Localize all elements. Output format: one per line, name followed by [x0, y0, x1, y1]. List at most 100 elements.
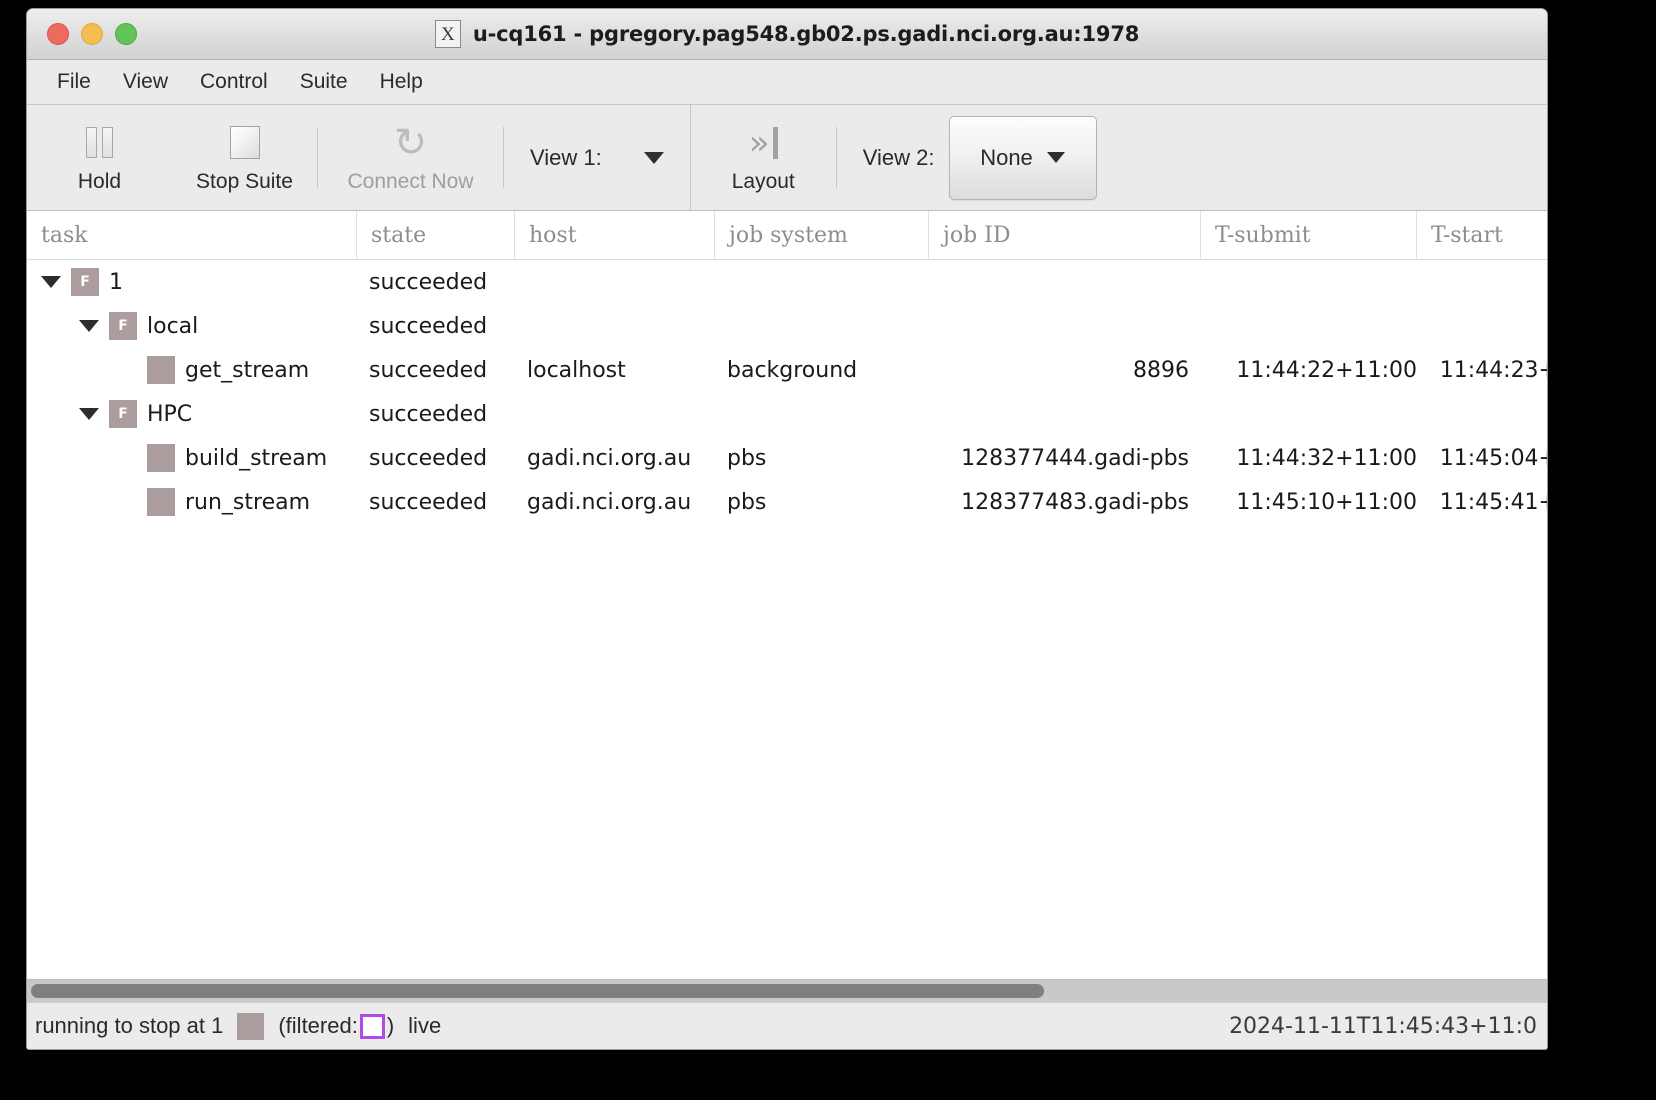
t-start-cell: 11:44:23+ — [1439, 357, 1547, 383]
view2-select[interactable]: None — [948, 115, 1097, 200]
horizontal-scrollbar-thumb[interactable] — [31, 984, 1045, 998]
connect-now-button[interactable]: ↻ Connect Now — [318, 105, 503, 210]
task-cell: F1 — [27, 268, 357, 296]
expander-triangle-down-icon[interactable] — [79, 320, 99, 332]
stop-square-icon — [229, 122, 260, 164]
stop-suite-button[interactable]: Stop Suite — [172, 105, 317, 210]
expander-triangle-down-icon[interactable] — [41, 276, 61, 288]
close-button[interactable] — [47, 23, 69, 45]
task-name-label: HPC — [147, 401, 193, 427]
window-title: u-cq161 - pgregory.pag548.gb02.ps.gadi.n… — [472, 22, 1140, 46]
task-state-swatch — [147, 488, 175, 516]
menu-file[interactable]: File — [43, 66, 105, 98]
connect-now-button-label: Connect Now — [347, 169, 474, 193]
state-color-swatch — [237, 1012, 265, 1040]
column-header-host[interactable]: host — [515, 211, 715, 259]
menu-help[interactable]: Help — [366, 66, 437, 98]
task-name-label: run_stream — [185, 489, 311, 515]
status-bar: running to stop at 1 (filtered: ) live 2… — [27, 1002, 1547, 1049]
x11-app-icon: X — [434, 20, 461, 48]
maximize-button[interactable] — [115, 23, 137, 45]
view2-group: View 2: None — [837, 105, 1097, 210]
task-cell: build_stream — [27, 444, 357, 472]
state-cell: succeeded — [369, 489, 488, 515]
filter-label-open: (filtered: — [278, 1013, 358, 1038]
view2-label: View 2: — [862, 144, 935, 170]
column-header-task[interactable]: task — [27, 211, 357, 259]
table-row[interactable]: build_stream succeeded gadi.nci.org.au pbs 1… — [27, 436, 1547, 480]
column-header-t-submit[interactable]: T-submit — [1201, 211, 1417, 259]
table-row[interactable]: Flocal succeeded — [27, 304, 1547, 348]
view2-select-value: None — [980, 144, 1033, 170]
menu-bar: File View Control Suite Help — [27, 60, 1547, 105]
column-header-state[interactable]: state — [357, 211, 515, 259]
layout-button-label: Layout — [731, 169, 795, 193]
t-submit-cell: 11:45:10+11:00 — [1236, 489, 1417, 515]
status-left-group: running to stop at 1 (filtered: ) live — [35, 1012, 442, 1040]
refresh-glyph: ↻ — [393, 119, 428, 166]
toolbar: Hold Stop Suite ↻ Connect Now View 1: » … — [27, 105, 1547, 211]
refresh-icon: ↻ — [394, 122, 428, 164]
table-body: F 1 succeeded Flocal succeeded get_stream succ… — [27, 260, 1547, 979]
hold-button-label: Hold — [77, 169, 122, 193]
task-state-swatch — [147, 356, 175, 384]
state-cell: succeeded — [369, 445, 488, 471]
job-id-cell: 8896 — [1133, 357, 1189, 383]
screen-root: X u-cq161 - pgregory.pag548.gb02.ps.gadi… — [0, 0, 1656, 1100]
view1-group: View 1: — [504, 105, 690, 210]
column-header-t-start[interactable]: T-start — [1417, 211, 1547, 259]
t-start-cell: 11:45:04+ — [1439, 445, 1547, 471]
task-state-swatch — [147, 444, 175, 472]
view1-chevron-down-icon[interactable] — [643, 151, 664, 164]
horizontal-scrollbar[interactable] — [27, 979, 1547, 1002]
stop-suite-button-label: Stop Suite — [196, 169, 293, 193]
window-title-group: X u-cq161 - pgregory.pag548.gb02.ps.gadi… — [434, 20, 1140, 48]
window-controls — [47, 23, 137, 45]
job-system-cell: background — [727, 357, 858, 383]
job-id-cell: 128377483.gadi-pbs — [961, 489, 1189, 515]
family-badge: F — [109, 312, 137, 340]
job-system-cell: pbs — [727, 489, 767, 515]
t-submit-cell: 11:44:22+11:00 — [1236, 357, 1417, 383]
table-header-row: task state host job system job ID T-submit T-s… — [27, 211, 1547, 260]
title-bar: X u-cq161 - pgregory.pag548.gb02.ps.gadi… — [27, 9, 1547, 60]
job-id-cell: 128377444.gadi-pbs — [961, 445, 1189, 471]
state-cell: succeeded — [369, 401, 488, 427]
filter-indicator-box[interactable] — [359, 1013, 385, 1039]
menu-control[interactable]: Control — [186, 66, 282, 98]
hold-button[interactable]: Hold — [27, 105, 172, 210]
table-row[interactable]: run_stream succeeded gadi.nci.org.au pbs 128… — [27, 480, 1547, 524]
job-system-cell: pbs — [727, 445, 767, 471]
menu-view[interactable]: View — [109, 66, 182, 98]
task-cell: F HPC — [27, 400, 357, 428]
task-cell: run_stream — [27, 488, 357, 516]
expander-triangle-down-icon[interactable] — [79, 408, 99, 420]
task-cell: Flocal — [27, 312, 357, 340]
family-badge: F — [71, 268, 99, 296]
minimize-button[interactable] — [81, 23, 103, 45]
live-mode-label: live — [408, 1013, 442, 1038]
t-start-cell: 11:45:41+ — [1439, 489, 1547, 515]
table-row[interactable]: F HPC succeeded — [27, 392, 1547, 436]
suite-run-status: running to stop at 1 — [35, 1013, 224, 1038]
column-header-job-system[interactable]: job system — [715, 211, 929, 259]
table-row[interactable]: get_stream succeeded localhost background 88… — [27, 348, 1547, 392]
t-submit-cell: 11:44:32+11:00 — [1236, 445, 1417, 471]
task-name-label: local — [147, 313, 199, 339]
pause-icon — [86, 122, 113, 164]
host-cell: localhost — [527, 357, 626, 383]
host-cell: gadi.nci.org.au — [527, 489, 692, 515]
layout-button[interactable]: » Layout — [691, 105, 836, 210]
state-cell: succeeded — [369, 357, 488, 383]
table-row[interactable]: F 1 succeeded — [27, 260, 1547, 304]
status-timestamp: 2024-11-11T11:45:43+11:0 — [1229, 1013, 1537, 1039]
column-header-job-id[interactable]: job ID — [929, 211, 1201, 259]
task-name-label: 1 — [109, 269, 123, 295]
application-window: X u-cq161 - pgregory.pag548.gb02.ps.gadi… — [26, 8, 1548, 1050]
task-name-label: get_stream — [185, 357, 310, 383]
state-cell: succeeded — [369, 313, 488, 339]
state-cell: succeeded — [369, 269, 488, 295]
menu-suite[interactable]: Suite — [286, 66, 362, 98]
view1-label: View 1: — [530, 144, 602, 170]
family-badge: F — [109, 400, 137, 428]
